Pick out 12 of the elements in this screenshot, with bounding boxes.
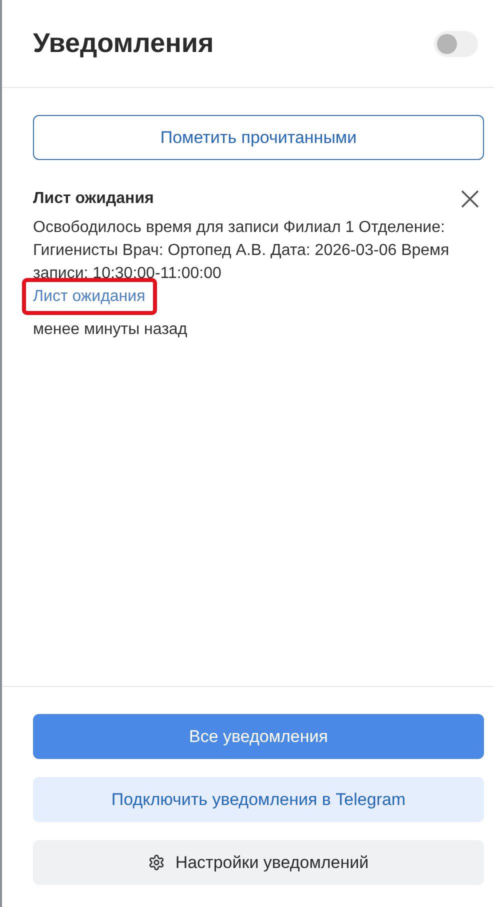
settings-icon bbox=[148, 854, 166, 871]
toggle-switch[interactable] bbox=[434, 30, 478, 56]
settings-button[interactable]: Настройки уведомлений bbox=[33, 840, 484, 885]
panel-title: Уведомления bbox=[33, 28, 214, 59]
notification-title: Лист ожидания bbox=[33, 190, 154, 208]
notification-time: менее минуты назад bbox=[33, 321, 188, 339]
notification-text: Освободилось время для записи Филиал 1 Отделение: Гигиенисты Врач: Ортопед А.В. Дата: 2026-03-06 Время записи: 10:30:00-11:00:00 bbox=[33, 218, 450, 284]
close-icon[interactable] bbox=[459, 188, 481, 210]
all-notifications-button[interactable]: Все уведомления bbox=[33, 714, 484, 759]
telegram-button[interactable]: Подключить уведомления в Telegram bbox=[33, 777, 484, 822]
mark-read-button[interactable]: Пометить прочитанными bbox=[33, 115, 484, 160]
waitlist-link[interactable]: Лист ожидания bbox=[33, 288, 146, 305]
